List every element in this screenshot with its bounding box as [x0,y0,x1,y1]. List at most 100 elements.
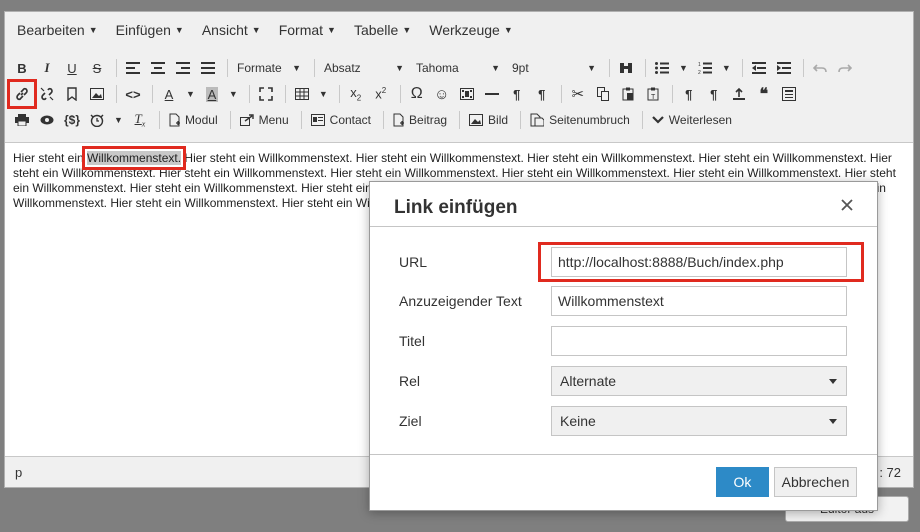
align-left-button[interactable] [122,57,144,79]
close-button[interactable] [837,195,857,215]
emoticons-button[interactable]: ☺ [431,83,453,105]
menu-werkzeuge[interactable]: Werkzeuge ▼ [423,22,518,38]
text-color-button[interactable]: A [158,83,180,105]
caret-down-icon: ▼ [491,63,500,73]
redo-icon [838,64,852,73]
omega-icon: Ω [410,85,423,102]
align-justify-icon [201,62,215,74]
font-family-label: Tahoma [416,61,459,75]
menu-einfuegen[interactable]: Einfügen ▼ [110,22,190,38]
separator [520,111,522,129]
menu-bearbeiten[interactable]: Bearbeiten ▼ [11,22,104,38]
menu-tabelle[interactable]: Tabelle ▼ [348,22,417,38]
contact-button[interactable]: Contact [307,109,375,131]
menu-button[interactable]: Menu [236,109,293,131]
fullscreen-button[interactable] [255,83,277,105]
title-row: Titel [370,326,877,356]
anchor-button[interactable] [61,83,83,105]
undo-button[interactable] [809,57,831,79]
source-code-button[interactable]: <> [122,83,144,105]
insert-datetime-button[interactable] [86,109,108,131]
caret-down-icon[interactable]: ▼ [226,83,241,105]
block-format-dropdown[interactable]: Absatz ▼ [320,57,408,79]
bold-button[interactable]: B [11,57,33,79]
bild-button[interactable]: Bild [465,109,512,131]
font-family-dropdown[interactable]: Tahoma ▼ [412,57,504,79]
underline-button[interactable]: U [61,57,83,79]
selected-text: Willkommenstext. [82,146,187,170]
caret-down-icon[interactable]: ▼ [316,83,331,105]
beitrag-button[interactable]: Beitrag [389,109,451,131]
caret-down-icon[interactable]: ▼ [111,109,126,131]
separator [300,111,302,129]
caret-down-icon[interactable]: ▼ [719,57,734,79]
outdent-button[interactable] [748,57,770,79]
media-button[interactable] [456,83,478,105]
align-justify-button[interactable] [197,57,219,79]
modul-button[interactable]: Modul [165,109,222,131]
copy-button[interactable] [592,83,614,105]
weiterlesen-button[interactable]: Weiterlesen [648,109,736,131]
upload-button[interactable] [728,83,750,105]
background-color-button[interactable]: A [201,83,223,105]
table-button[interactable] [291,83,313,105]
indent-button[interactable] [773,57,795,79]
image-icon [469,114,484,126]
code-sample-button[interactable]: {$} [61,109,83,131]
bullet-list-button[interactable] [651,57,673,79]
title-input[interactable] [551,326,847,356]
remove-format-button[interactable]: Tx [129,109,151,131]
caret-down-icon[interactable]: ▼ [676,57,691,79]
preview-button[interactable] [36,109,58,131]
paste-text-button[interactable]: T [642,83,664,105]
menu-format[interactable]: Format ▼ [273,22,342,38]
element-path[interactable]: p [15,465,22,480]
show-blocks-button[interactable]: ¶ [678,83,700,105]
separator [609,59,610,77]
print-button[interactable] [11,109,33,131]
align-right-button[interactable] [172,57,194,79]
font-size-dropdown[interactable]: 9pt ▼ [508,57,600,79]
rel-select[interactable]: Alternate [551,366,847,396]
subscript-button[interactable]: x2 [345,83,367,105]
insert-link-button[interactable] [7,79,37,109]
italic-button[interactable]: I [36,57,58,79]
seitenumbruch-label: Seitenumbruch [549,113,630,127]
ok-button[interactable]: Ok [716,467,769,497]
target-label: Ziel [399,413,422,429]
menubar: Bearbeiten ▼ Einfügen ▼ Ansicht ▼ Format ▼ T… [5,12,913,48]
seitenumbruch-button[interactable]: Seitenumbruch [526,109,634,131]
target-select[interactable]: Keine [551,406,847,436]
insert-image-button[interactable] [86,83,108,105]
visual-chars-button[interactable]: ¶ [703,83,725,105]
special-char-button[interactable]: Ω [406,83,428,105]
url-input[interactable] [551,247,847,277]
align-center-button[interactable] [147,57,169,79]
pilcrow-icon: ¶ [710,86,718,102]
find-replace-button[interactable] [615,57,637,79]
blockquote-button[interactable]: ❝ [753,83,775,105]
paste-button[interactable] [617,83,639,105]
rtl-button[interactable]: ¶ [531,83,553,105]
redo-button[interactable] [834,57,856,79]
cut-button[interactable]: ✂ [567,83,589,105]
template-button[interactable] [778,83,800,105]
ltr-button[interactable]: ¶ [506,83,528,105]
menu-ansicht[interactable]: Ansicht ▼ [196,22,267,38]
strikethrough-button[interactable]: S [86,57,108,79]
unlink-button[interactable] [36,83,58,105]
file-plus-icon [169,113,180,127]
content-text: Hier steht ein [13,151,88,165]
caret-down-icon[interactable]: ▼ [183,83,198,105]
menu-label: Ansicht [201,22,248,38]
display-text-input[interactable] [551,286,847,316]
clear-format-icon: Tx [134,111,146,129]
horizontal-rule-button[interactable] [481,83,503,105]
film-icon [459,88,474,100]
numbered-list-button[interactable]: 12 [694,57,716,79]
cancel-button[interactable]: Abbrechen [774,467,857,497]
paste-icon [622,87,634,101]
pilcrow-icon: ¶ [685,86,693,102]
formats-dropdown[interactable]: Formate ▼ [233,57,305,79]
superscript-button[interactable]: x2 [370,83,392,105]
